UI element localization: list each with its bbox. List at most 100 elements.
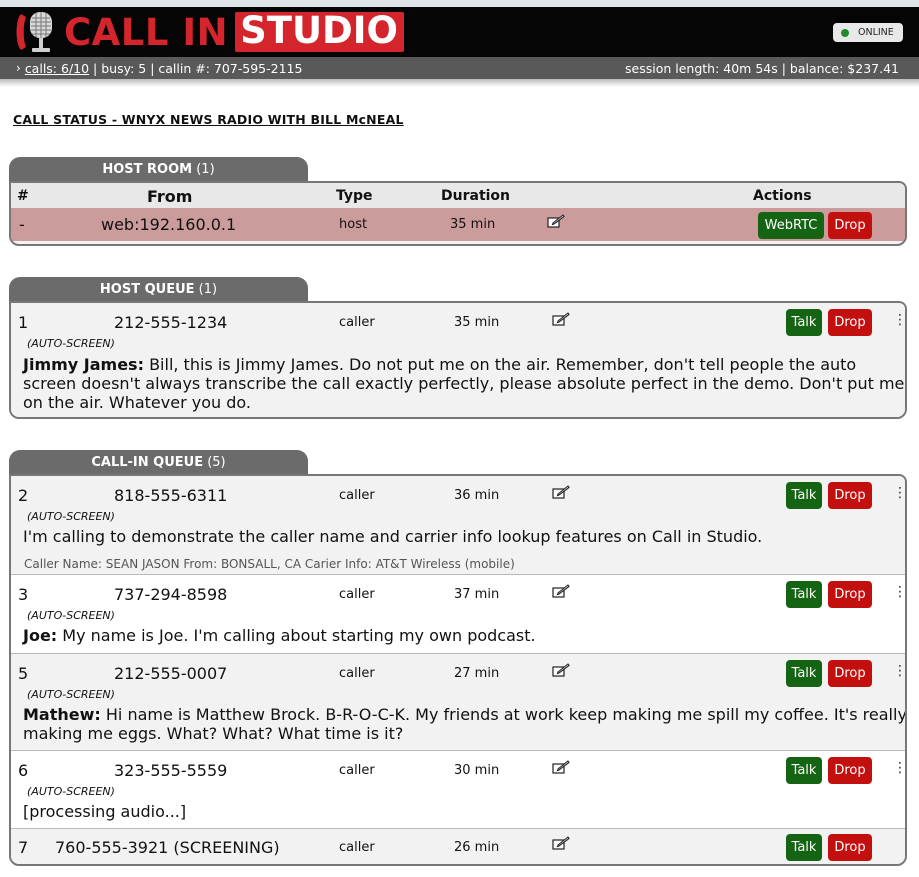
host-room-column-headers: # From Type Duration Actions bbox=[11, 183, 905, 208]
edit-note-icon[interactable] bbox=[552, 759, 570, 775]
chevron-right-icon: › bbox=[16, 61, 21, 75]
queue-row: 6 323-555-5559 caller 30 min Talk Drop ⋮… bbox=[11, 751, 905, 829]
transcript-speaker: Joe: bbox=[23, 626, 58, 645]
queue-row: 7 760-555-3921 (SCREENING) caller 26 min… bbox=[11, 829, 905, 864]
online-label: ONLINE bbox=[858, 27, 894, 38]
row-num: 1 bbox=[18, 313, 29, 332]
col-from-header: From bbox=[147, 187, 193, 206]
queue-row: 5 212-555-0007 caller 27 min Talk Drop ⋮… bbox=[11, 654, 905, 751]
edit-note-icon[interactable] bbox=[552, 484, 570, 500]
host-queue-tab: HOST QUEUE (1) bbox=[9, 277, 308, 302]
row-type: caller bbox=[339, 315, 375, 330]
more-options-icon[interactable]: ⋮ bbox=[893, 585, 905, 599]
page-title: CALL STATUS - WNYX NEWS RADIO WITH BILL … bbox=[13, 112, 404, 127]
caller-info: Caller Name: SEAN JASON From: BONSALL, C… bbox=[24, 557, 515, 571]
row-duration: 36 min bbox=[454, 488, 500, 503]
host-room-tab-label: HOST ROOM bbox=[102, 162, 193, 177]
row-num: - bbox=[19, 215, 25, 234]
row-from: 212-555-0007 bbox=[114, 664, 228, 683]
online-status-badge: ONLINE bbox=[833, 23, 903, 42]
transcript: [processing audio...] bbox=[23, 802, 905, 821]
talk-button[interactable]: Talk bbox=[786, 757, 822, 784]
status-details: | busy: 5 | callin #: 707-595-2115 bbox=[89, 60, 303, 76]
drop-button[interactable]: Drop bbox=[828, 212, 872, 239]
auto-screen-label: (AUTO-SCREEN) bbox=[27, 510, 115, 523]
queue-row: 2 818-555-6311 caller 36 min Talk Drop ⋮… bbox=[11, 476, 905, 575]
row-type: caller bbox=[339, 763, 375, 778]
row-duration: 27 min bbox=[454, 666, 500, 681]
host-queue-tab-count: (1) bbox=[198, 282, 218, 297]
status-bar: › calls: 6/10 | busy: 5 | callin #: 707-… bbox=[0, 57, 919, 79]
row-from: 818-555-6311 bbox=[114, 486, 228, 505]
transcript-speaker: Mathew: bbox=[23, 705, 101, 724]
row-num: 7 bbox=[18, 838, 29, 857]
transcript-speaker: Jimmy James: bbox=[23, 355, 144, 374]
edit-note-icon[interactable] bbox=[552, 835, 570, 851]
edit-note-icon[interactable] bbox=[552, 583, 570, 599]
transcript-text: Bill, this is Jimmy James. Do not put me… bbox=[23, 355, 905, 412]
row-type: host bbox=[339, 217, 368, 232]
more-options-icon[interactable]: ⋮ bbox=[893, 664, 905, 678]
drop-button[interactable]: Drop bbox=[828, 309, 872, 336]
talk-button[interactable]: Talk bbox=[786, 660, 822, 687]
row-duration: 37 min bbox=[454, 587, 500, 602]
callin-queue-tab-label: CALL-IN QUEUE bbox=[91, 455, 204, 470]
host-room-tab-count: (1) bbox=[196, 162, 215, 177]
queue-row: 1 212-555-1234 caller 35 min Talk Drop ⋮… bbox=[11, 303, 905, 417]
queue-row: 3 737-294-8598 caller 37 min Talk Drop ⋮… bbox=[11, 575, 905, 654]
row-type: caller bbox=[339, 587, 375, 602]
talk-button[interactable]: Talk bbox=[786, 834, 822, 861]
transcript: Jimmy James: Bill, this is Jimmy James. … bbox=[23, 355, 905, 412]
row-from: 212-555-1234 bbox=[114, 313, 228, 332]
transcript: Mathew: Hi name is Matthew Brock. B-R-O-… bbox=[23, 705, 905, 743]
edit-note-icon[interactable] bbox=[552, 311, 570, 327]
more-options-icon[interactable]: ⋮ bbox=[893, 313, 905, 327]
logo-studio-text: STUDIO bbox=[235, 11, 404, 52]
auto-screen-label: (AUTO-SCREEN) bbox=[27, 785, 115, 798]
drop-button[interactable]: Drop bbox=[828, 834, 872, 861]
row-from: 760-555-3921 (SCREENING) bbox=[55, 838, 280, 857]
more-options-icon[interactable]: ⋮ bbox=[893, 761, 905, 775]
host-queue-tab-label: HOST QUEUE bbox=[99, 282, 195, 297]
edit-note-icon[interactable] bbox=[552, 662, 570, 678]
row-num: 5 bbox=[18, 664, 29, 683]
top-strip bbox=[0, 0, 919, 7]
row-type: caller bbox=[339, 840, 375, 855]
row-type: caller bbox=[339, 488, 375, 503]
callin-queue-tab: CALL-IN QUEUE (5) bbox=[9, 450, 308, 475]
host-room-tab: HOST ROOM (1) bbox=[9, 157, 308, 182]
edit-note-icon[interactable] bbox=[547, 213, 565, 233]
transcript-text: My name is Joe. I'm calling about starti… bbox=[57, 626, 536, 645]
drop-button[interactable]: Drop bbox=[828, 660, 872, 687]
drop-button[interactable]: Drop bbox=[828, 482, 872, 509]
host-room-row: - web:192.160.0.1 host 35 min WebRTC Dro… bbox=[11, 208, 905, 241]
talk-button[interactable]: Talk bbox=[786, 309, 822, 336]
microphone-phone-icon bbox=[16, 12, 52, 52]
host-queue-panel: 1 212-555-1234 caller 35 min Talk Drop ⋮… bbox=[9, 301, 907, 419]
row-num: 3 bbox=[18, 585, 29, 604]
session-info: session length: 40m 54s | balance: $237.… bbox=[625, 60, 899, 76]
row-num: 6 bbox=[18, 761, 29, 780]
online-dot-icon bbox=[841, 28, 849, 37]
transcript-text: [processing audio...] bbox=[23, 802, 187, 821]
talk-button[interactable]: Talk bbox=[786, 581, 822, 608]
row-from: 737-294-8598 bbox=[114, 585, 228, 604]
logo-call-text: CALL IN bbox=[64, 10, 229, 54]
drop-button[interactable]: Drop bbox=[828, 757, 872, 784]
more-options-icon[interactable]: ⋮ bbox=[893, 486, 905, 500]
transcript: Joe: My name is Joe. I'm calling about s… bbox=[23, 626, 905, 645]
auto-screen-label: (AUTO-SCREEN) bbox=[27, 609, 115, 622]
calls-link[interactable]: calls: 6/10 bbox=[25, 61, 89, 76]
drop-button[interactable]: Drop bbox=[828, 581, 872, 608]
row-from: web:192.160.0.1 bbox=[101, 215, 237, 234]
row-duration: 35 min bbox=[454, 315, 500, 330]
app-logo[interactable]: CALL IN STUDIO bbox=[12, 8, 404, 56]
row-duration: 30 min bbox=[454, 763, 500, 778]
col-num-header: # bbox=[17, 188, 29, 204]
row-type: caller bbox=[339, 666, 375, 681]
webrtc-button[interactable]: WebRTC bbox=[758, 212, 824, 239]
talk-button[interactable]: Talk bbox=[786, 482, 822, 509]
auto-screen-label: (AUTO-SCREEN) bbox=[27, 337, 115, 350]
col-actions-header: Actions bbox=[753, 188, 812, 204]
app-header: CALL IN STUDIO ONLINE bbox=[0, 7, 919, 57]
